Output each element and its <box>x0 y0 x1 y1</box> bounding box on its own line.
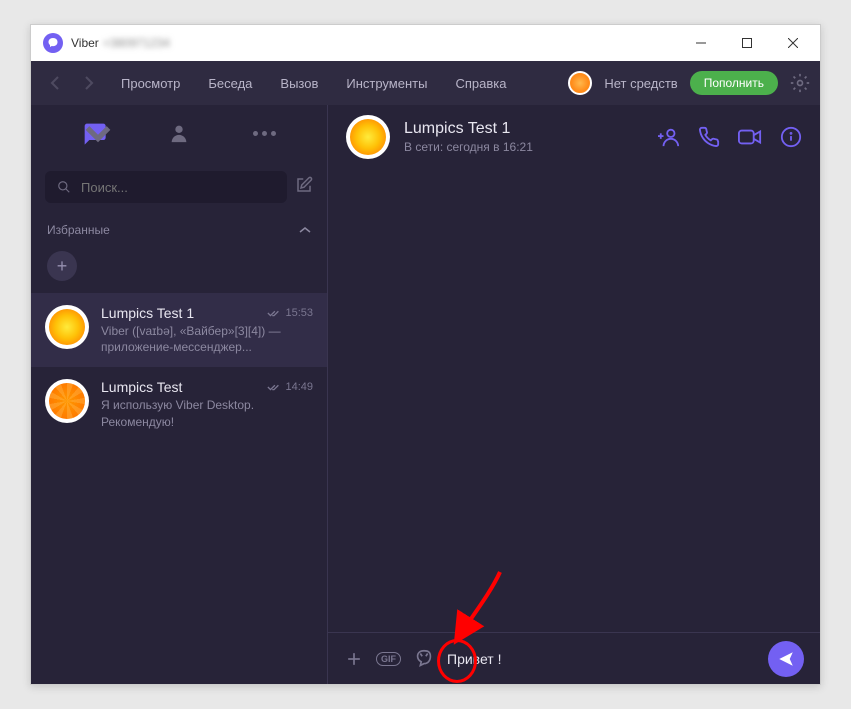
search-row <box>31 161 327 213</box>
message-input[interactable] <box>447 651 756 667</box>
app-body: Избранные + Lumpics Test 1 15:53 Viber (… <box>31 105 820 684</box>
chat-meta: 14:49 <box>267 381 313 393</box>
tab-contacts[interactable] <box>159 122 199 144</box>
chat-preview: Я использую Viber Desktop. Рекомендую! <box>101 397 313 429</box>
add-contact-button[interactable] <box>658 126 680 148</box>
window-controls <box>678 25 816 61</box>
settings-button[interactable] <box>790 73 810 93</box>
chat-pane: Lumpics Test 1 В сети: сегодня в 16:21 G… <box>327 105 820 684</box>
info-button[interactable] <box>780 126 802 148</box>
search-input[interactable] <box>81 180 275 195</box>
double-check-icon <box>267 308 281 318</box>
menu-item-view[interactable]: Просмотр <box>121 76 180 91</box>
maximize-button[interactable] <box>724 25 770 61</box>
app-name: Viber <box>71 36 99 50</box>
add-favorite-button[interactable]: + <box>47 251 77 281</box>
sidebar: Избранные + Lumpics Test 1 15:53 Viber (… <box>31 105 327 684</box>
credit-label: Нет средств <box>604 76 677 91</box>
menu-item-chat[interactable]: Беседа <box>208 76 252 91</box>
chat-header-name: Lumpics Test 1 <box>404 120 644 138</box>
menu-item-tools[interactable]: Инструменты <box>346 76 427 91</box>
menu-item-call[interactable]: Вызов <box>280 76 318 91</box>
minimize-button[interactable] <box>678 25 724 61</box>
chat-name: Lumpics Test <box>101 379 182 395</box>
chat-info: Lumpics Test 1 15:53 Viber ([vaɪbə], «Ва… <box>101 305 313 355</box>
menu-items: Просмотр Беседа Вызов Инструменты Справк… <box>121 76 506 91</box>
chat-list-item[interactable]: Lumpics Test 1 15:53 Viber ([vaɪbə], «Ва… <box>31 293 327 367</box>
chat-list-item[interactable]: Lumpics Test 14:49 Я использую Viber Des… <box>31 367 327 441</box>
tab-chats[interactable] <box>74 119 114 147</box>
chat-time: 14:49 <box>285 381 313 393</box>
attach-button[interactable] <box>344 649 364 669</box>
avatar <box>45 379 89 423</box>
chat-info: Lumpics Test 14:49 Я использую Viber Des… <box>101 379 313 429</box>
double-check-icon <box>267 382 281 392</box>
chat-time: 15:53 <box>285 307 313 319</box>
video-call-button[interactable] <box>738 126 762 148</box>
chat-meta: 15:53 <box>267 307 313 319</box>
chevron-up-icon <box>299 226 311 234</box>
audio-call-button[interactable] <box>698 126 720 148</box>
titlebar: Viber +380971234 <box>31 25 820 61</box>
credit-avatar-icon <box>568 71 592 95</box>
sticker-button[interactable] <box>413 648 435 670</box>
section-favorites[interactable]: Избранные <box>31 213 327 247</box>
titlebar-phone: +380971234 <box>103 36 170 50</box>
chat-header-actions <box>658 126 802 148</box>
app-window: Viber +380971234 Просмотр Беседа Вызов И… <box>30 24 821 685</box>
gif-button[interactable]: GIF <box>376 652 401 666</box>
tab-more[interactable] <box>244 131 284 136</box>
sidebar-tabs <box>31 105 327 161</box>
chat-header-status: В сети: сегодня в 16:21 <box>404 140 644 154</box>
composer: GIF <box>328 632 820 684</box>
titlebar-text: Viber +380971234 <box>71 36 170 50</box>
chat-name: Lumpics Test 1 <box>101 305 194 321</box>
menu-item-help[interactable]: Справка <box>455 76 506 91</box>
section-label: Избранные <box>47 223 110 237</box>
message-area <box>328 169 820 632</box>
viber-logo-icon <box>43 33 63 53</box>
search-box[interactable] <box>45 171 287 203</box>
nav-forward-button[interactable] <box>75 69 103 97</box>
close-button[interactable] <box>770 25 816 61</box>
menubar: Просмотр Беседа Вызов Инструменты Справк… <box>31 61 820 105</box>
chat-header: Lumpics Test 1 В сети: сегодня в 16:21 <box>328 105 820 169</box>
chat-preview: Viber ([vaɪbə], «Вайбер»[3][4]) — прилож… <box>101 323 313 355</box>
send-button[interactable] <box>768 641 804 677</box>
chat-header-avatar[interactable] <box>346 115 390 159</box>
topup-button[interactable]: Пополнить <box>690 71 778 95</box>
chat-header-info: Lumpics Test 1 В сети: сегодня в 16:21 <box>404 120 644 154</box>
nav-back-button[interactable] <box>41 69 69 97</box>
compose-button[interactable] <box>295 176 313 199</box>
menubar-right: Нет средств Пополнить <box>568 71 810 95</box>
avatar <box>45 305 89 349</box>
